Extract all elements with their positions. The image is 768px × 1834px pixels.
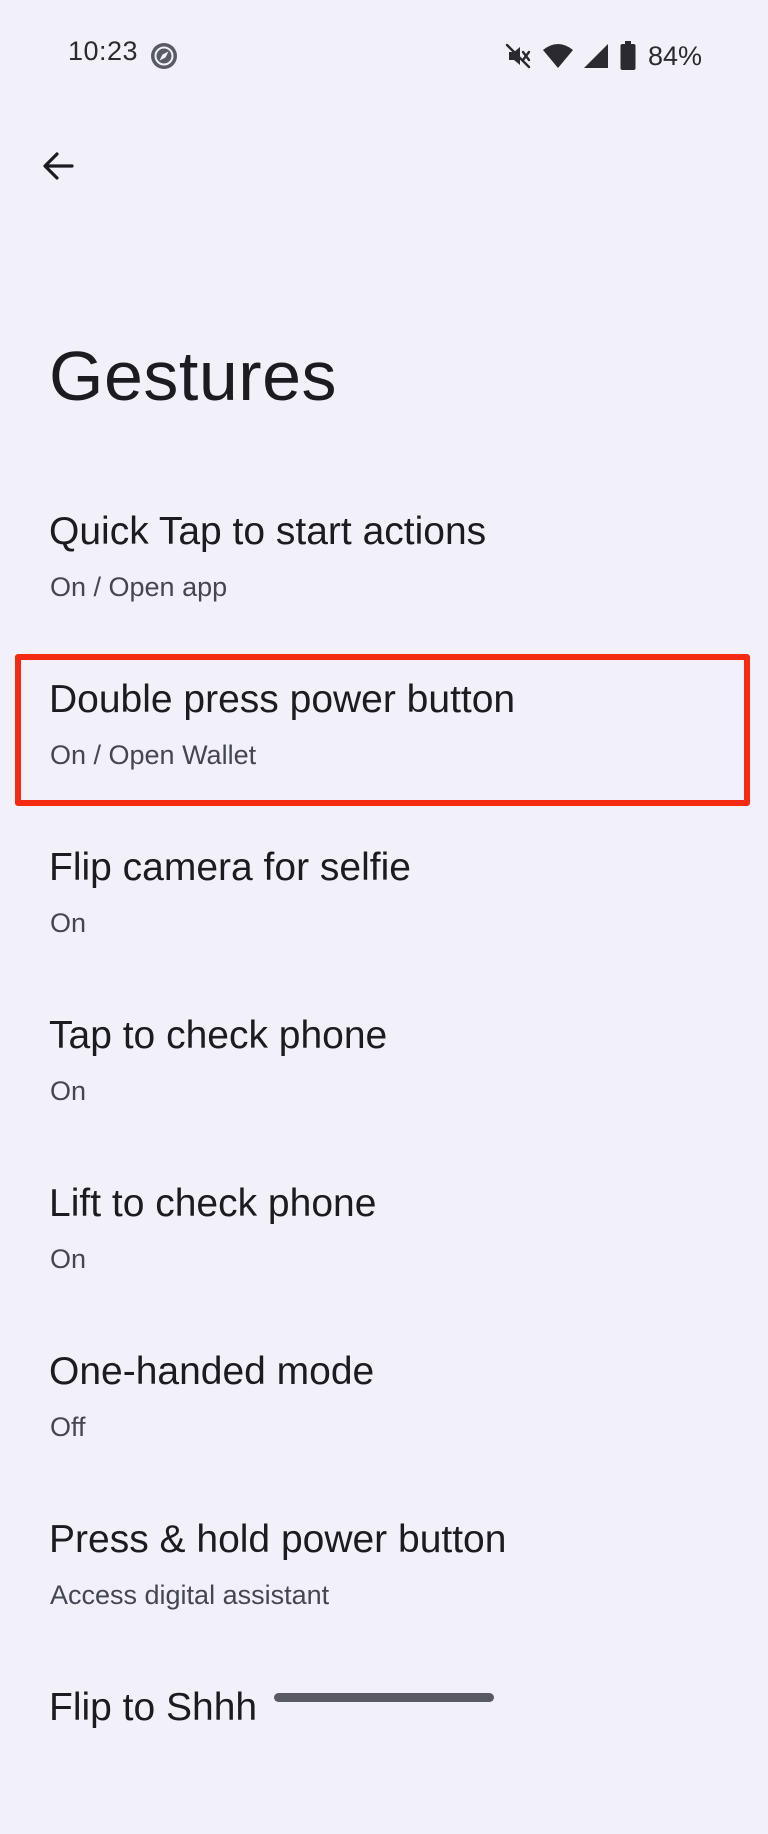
setting-title: Double press power button (49, 678, 516, 721)
setting-summary: On / Open Wallet (50, 740, 257, 770)
setting-flip-to-shhh[interactable]: Flip to Shhh (0, 1666, 768, 1834)
setting-lift-to-check[interactable]: Lift to check phone On (0, 1162, 768, 1330)
setting-flip-camera[interactable]: Flip camera for selfie On (0, 826, 768, 994)
setting-summary: Off (50, 1412, 86, 1442)
page-title: Gestures (49, 337, 337, 415)
setting-title: Press & hold power button (49, 1518, 507, 1561)
setting-summary: On (50, 1076, 87, 1106)
setting-title: Flip camera for selfie (49, 846, 411, 889)
battery-percent: 84% (647, 40, 702, 71)
settings-list: Quick Tap to start actions On / Open app… (0, 490, 768, 1834)
gesture-nav-handle[interactable] (274, 1693, 494, 1702)
status-icons: 84% (504, 36, 702, 76)
status-bar: 10:23 84% (0, 0, 768, 110)
status-time: 10:23 (68, 36, 139, 66)
setting-one-handed-mode[interactable]: One-handed mode Off (0, 1330, 768, 1498)
setting-summary: On / Open app (50, 572, 228, 602)
setting-title: Lift to check phone (49, 1182, 377, 1225)
mute-icon (504, 42, 532, 70)
setting-title: One-handed mode (49, 1350, 375, 1393)
battery-icon (620, 41, 636, 71)
setting-summary: On (50, 1244, 87, 1274)
compass-icon (150, 42, 178, 70)
back-button[interactable] (30, 138, 86, 194)
setting-double-press-power[interactable]: Double press power button On / Open Wall… (0, 658, 768, 826)
arrow-back-icon (43, 152, 74, 180)
setting-title: Quick Tap to start actions (49, 510, 487, 553)
setting-title: Tap to check phone (49, 1014, 388, 1057)
wifi-icon (542, 42, 574, 70)
setting-tap-to-check[interactable]: Tap to check phone On (0, 994, 768, 1162)
setting-quick-tap[interactable]: Quick Tap to start actions On / Open app (0, 490, 768, 658)
setting-summary: Access digital assistant (50, 1580, 330, 1610)
setting-press-hold-power[interactable]: Press & hold power button Access digital… (0, 1498, 768, 1666)
cell-signal-icon (583, 42, 610, 70)
setting-summary: On (50, 908, 87, 938)
setting-title: Flip to Shhh (49, 1686, 258, 1729)
